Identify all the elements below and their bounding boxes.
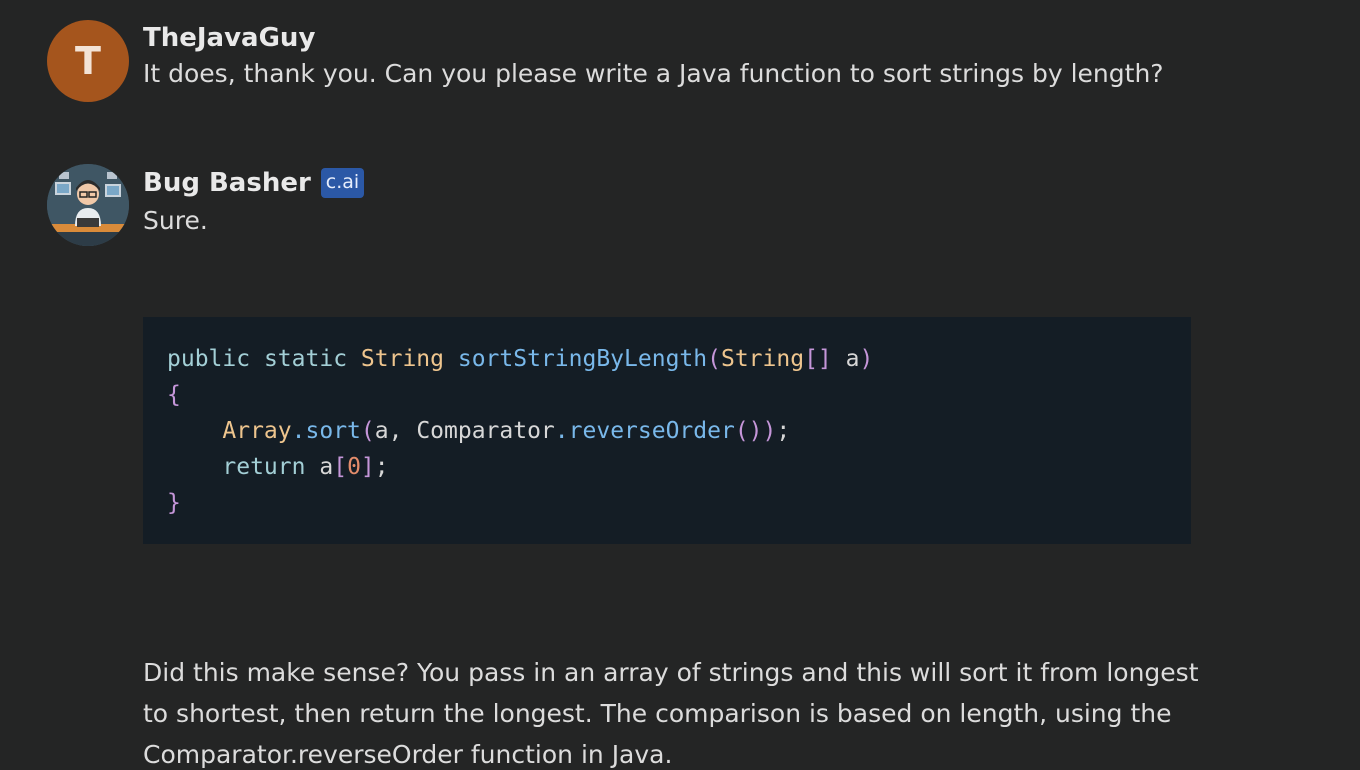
code-punctuation: }: [167, 490, 181, 516]
message-body: Bug Basher c.ai Sure.: [143, 168, 1210, 241]
code-punctuation: {: [167, 382, 181, 408]
user-avatar[interactable]: T: [47, 20, 129, 102]
code-variable: a: [845, 346, 860, 372]
ai-badge: c.ai: [320, 168, 365, 198]
message-text: Sure.: [143, 206, 208, 235]
code-punctuation: ): [859, 346, 874, 372]
code-line: public static String sortStringByLength(…: [167, 341, 1167, 377]
code-punctuation: .: [554, 418, 569, 444]
code-line: return a[0];: [167, 449, 1167, 485]
code-keyword: static: [263, 346, 348, 372]
code-punctuation: ;: [374, 454, 389, 480]
code-punctuation: ;: [776, 418, 791, 444]
code-number: 0: [347, 454, 361, 480]
code-line: Array.sort(a, Comparator.reverseOrder())…: [167, 413, 1167, 449]
code-line: }: [167, 485, 1167, 521]
code-class-name: Comparator: [416, 418, 555, 444]
author-row: TheJavaGuy: [143, 23, 1210, 53]
code-keyword: return: [222, 454, 306, 480]
author-name[interactable]: Bug Basher: [143, 168, 311, 198]
code-punctuation: [: [333, 454, 348, 480]
developer-avatar-icon[interactable]: [47, 164, 129, 246]
chat-thread: T TheJavaGuy It does, thank you. Can you…: [0, 0, 1360, 770]
code-type: String: [360, 346, 444, 372]
code-punctuation: ): [762, 418, 777, 444]
code-keyword: public: [167, 346, 251, 372]
code-punctuation: []: [804, 346, 832, 372]
code-punctuation: (): [734, 418, 763, 444]
message-text: It does, thank you. Can you please write…: [143, 59, 1164, 88]
code-variable: a,: [374, 418, 403, 444]
author-row: Bug Basher c.ai: [143, 168, 1210, 198]
code-punctuation: (: [707, 346, 721, 372]
author-name[interactable]: TheJavaGuy: [143, 23, 315, 53]
code-punctuation: .: [291, 418, 306, 444]
code-type: Array: [222, 418, 292, 444]
code-variable: a: [319, 454, 334, 480]
message-body: TheJavaGuy It does, thank you. Can you p…: [143, 23, 1210, 94]
developer-avatar-icon: [47, 164, 129, 246]
code-punctuation: ]: [360, 454, 375, 480]
code-line: {: [167, 377, 1167, 413]
code-punctuation: (: [360, 418, 375, 444]
code-function-name: sortStringByLength: [457, 346, 708, 372]
code-type: String: [720, 346, 805, 372]
code-block[interactable]: public static String sortStringByLength(…: [143, 317, 1191, 544]
code-function-name: reverseOrder: [568, 418, 735, 444]
followup-text: Did this make sense? You pass in an arra…: [143, 658, 1199, 769]
code-function-name: sort: [305, 418, 361, 444]
